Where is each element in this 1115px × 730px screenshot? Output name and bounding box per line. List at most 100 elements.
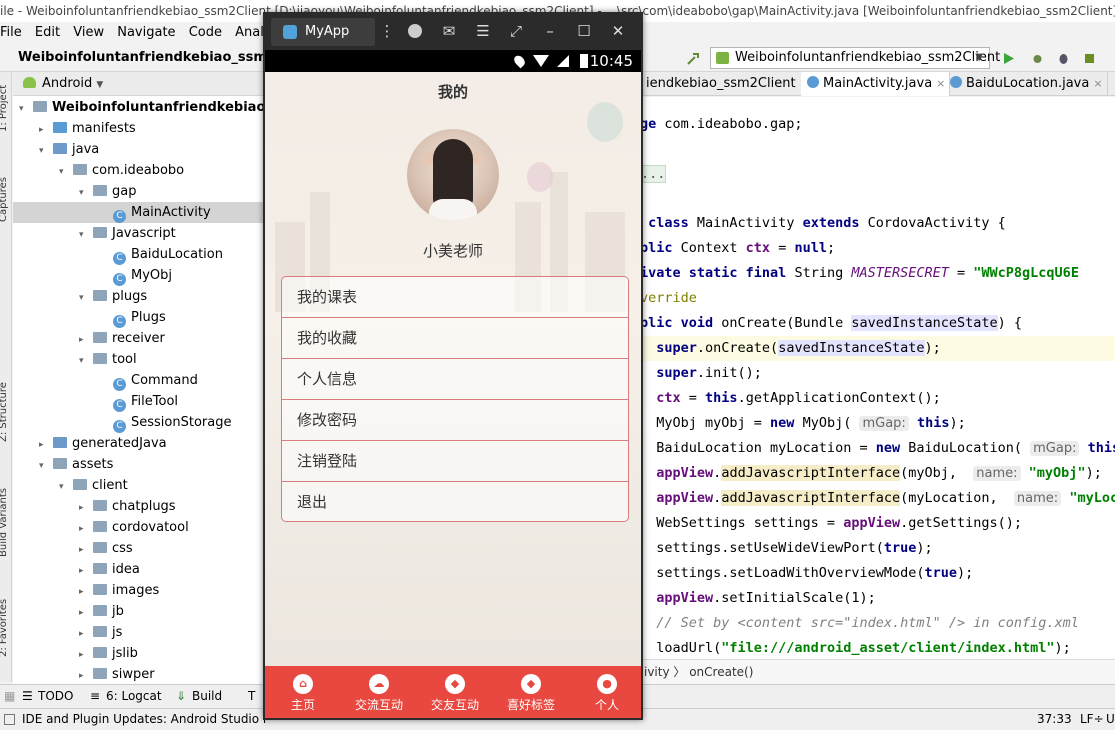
- minimize-icon[interactable]: –: [540, 21, 560, 41]
- tree-item[interactable]: ▸ generatedJava: [13, 433, 265, 454]
- status-toggle-icon[interactable]: [4, 714, 15, 725]
- chevron-down-icon[interactable]: ▾: [79, 351, 91, 372]
- menu-change-password[interactable]: 修改密码: [281, 399, 629, 440]
- tree-item[interactable]: ▾ plugs: [13, 286, 265, 307]
- avatar[interactable]: [407, 129, 499, 221]
- menu-view[interactable]: View: [73, 25, 104, 40]
- tree-item[interactable]: C Command: [13, 370, 265, 391]
- menu-exit[interactable]: 退出: [281, 481, 629, 522]
- chevron-down-icon[interactable]: ▾: [39, 456, 51, 477]
- tree-item[interactable]: ▸ js: [13, 622, 265, 643]
- chevron-right-icon[interactable]: ▸: [79, 561, 91, 582]
- tree-item[interactable]: ▸ manifests: [13, 118, 265, 139]
- hammer-icon[interactable]: [686, 51, 701, 66]
- tree-item[interactable]: ▸ chatplugs: [13, 496, 265, 517]
- editor-breadcrumb[interactable]: ivity 〉 onCreate(): [640, 659, 1115, 684]
- menu-my-favorites[interactable]: 我的收藏: [281, 317, 629, 358]
- tree-item[interactable]: ▾ client: [13, 475, 265, 496]
- tab-chat[interactable]: ☁ 交流互动: [344, 666, 414, 718]
- resize-icon[interactable]: ⤢: [506, 21, 526, 41]
- menu-navigate[interactable]: Navigate: [117, 25, 175, 40]
- debug-icon[interactable]: [1056, 51, 1071, 66]
- tree-item[interactable]: ▸ images: [13, 580, 265, 601]
- maximize-icon[interactable]: ☐: [574, 21, 594, 41]
- mail-icon[interactable]: ✉: [439, 21, 459, 41]
- chevron-down-icon[interactable]: ▾: [59, 477, 71, 498]
- tool-build[interactable]: Build: [192, 685, 222, 708]
- chevron-down-icon[interactable]: ▾: [79, 183, 91, 204]
- chevron-right-icon[interactable]: ▸: [79, 540, 91, 561]
- tab-project[interactable]: 1: Project: [0, 85, 9, 132]
- tab-captures[interactable]: Captures: [0, 177, 9, 222]
- tree-item[interactable]: C MainActivity: [13, 202, 265, 223]
- tree-item[interactable]: C BaiduLocation: [13, 244, 265, 265]
- tool-todo[interactable]: TODO: [38, 685, 73, 708]
- tree-item[interactable]: C SessionStorage: [13, 412, 265, 433]
- chevron-right-icon[interactable]: ▸: [39, 120, 51, 141]
- line-separator[interactable]: LF÷: [1080, 709, 1104, 730]
- code-editor[interactable]: ge com.ideabobo.gap; ... class MainActiv…: [640, 97, 1115, 659]
- emulator-tab[interactable]: MyApp: [271, 18, 375, 46]
- chevron-right-icon[interactable]: ▸: [79, 519, 91, 540]
- editor-tab-baidulocation[interactable]: BaiduLocation.java ×: [944, 72, 1108, 96]
- chevron-right-icon[interactable]: ▸: [79, 603, 91, 624]
- editor-tab-client[interactable]: iendkebiao_ssm2Client×: [640, 72, 814, 96]
- tab-structure[interactable]: Z: Structure: [0, 382, 9, 442]
- close-icon[interactable]: ✕: [608, 21, 628, 41]
- tab-home[interactable]: ⌂ 主页: [268, 666, 338, 718]
- tree-item[interactable]: ▸ receiver: [13, 328, 265, 349]
- tree-item[interactable]: ▸ css: [13, 538, 265, 559]
- menu-file[interactable]: File: [0, 25, 22, 40]
- tab-friends[interactable]: ◆ 交友互动: [420, 666, 490, 718]
- menu-logout[interactable]: 注销登陆: [281, 440, 629, 481]
- more-vert-icon[interactable]: ⋮: [377, 21, 397, 41]
- tree-item[interactable]: ▸ jb: [13, 601, 265, 622]
- tool-logcat[interactable]: 6: Logcat: [106, 685, 162, 708]
- chevron-down-icon[interactable]: ▾: [39, 141, 51, 162]
- project-view-selector[interactable]: Android ▼: [13, 72, 265, 96]
- tree-item[interactable]: ▾ Weiboinfoluntanfriendkebiao_ssm: [13, 97, 265, 118]
- chevron-down-icon[interactable]: ▾: [79, 288, 91, 309]
- chevron-right-icon[interactable]: ▸: [79, 582, 91, 603]
- tree-item[interactable]: ▾ Javascript: [13, 223, 265, 244]
- chevron-down-icon[interactable]: ▾: [79, 225, 91, 246]
- chevron-right-icon[interactable]: ▸: [79, 498, 91, 519]
- tree-item[interactable]: C FileTool: [13, 391, 265, 412]
- tree-item[interactable]: ▾ com.ideabobo: [13, 160, 265, 181]
- tree-item[interactable]: ▸ siwper: [13, 664, 265, 684]
- menu-my-schedule[interactable]: 我的课表: [281, 276, 629, 317]
- chevron-right-icon[interactable]: ▸: [39, 435, 51, 456]
- tree-item[interactable]: ▸ jslib: [13, 643, 265, 664]
- editor-tab-mainactivity[interactable]: MainActivity.java ×: [801, 72, 951, 96]
- tree-item[interactable]: ▸ cordovatool: [13, 517, 265, 538]
- tree-item[interactable]: C Plugs: [13, 307, 265, 328]
- chevron-right-icon[interactable]: ▸: [79, 330, 91, 351]
- tree-item[interactable]: ▾ java: [13, 139, 265, 160]
- tree-item[interactable]: C MyObj: [13, 265, 265, 286]
- hamburger-icon[interactable]: ☰: [473, 21, 493, 41]
- close-icon[interactable]: ×: [1093, 77, 1102, 90]
- status-message[interactable]: IDE and Plugin Updates: Android Studio i: [22, 709, 266, 730]
- chevron-right-icon[interactable]: ▸: [79, 645, 91, 666]
- run-icon[interactable]: [1001, 51, 1016, 66]
- tree-item[interactable]: ▾ tool: [13, 349, 265, 370]
- tab-interest-tags[interactable]: ◆ 喜好标签: [496, 666, 566, 718]
- run-config-select[interactable]: Weiboinfoluntanfriendkebiao_ssm2Client ▼: [710, 47, 1000, 69]
- chevron-down-icon[interactable]: ▾: [59, 162, 71, 183]
- chevron-right-icon[interactable]: ▸: [79, 624, 91, 645]
- tool-terminal[interactable]: T: [248, 685, 255, 708]
- tree-item[interactable]: ▾ gap: [13, 181, 265, 202]
- menu-code[interactable]: Code: [189, 25, 222, 40]
- bug-icon[interactable]: [1030, 51, 1045, 66]
- tab-favorites[interactable]: 2: Favorites: [0, 599, 9, 657]
- profile-icon[interactable]: [1082, 51, 1097, 66]
- tab-build-variants[interactable]: Build Variants: [0, 488, 9, 557]
- chevron-down-icon[interactable]: ▾: [19, 99, 31, 120]
- chevron-right-icon[interactable]: ▸: [79, 666, 91, 684]
- account-icon[interactable]: [405, 21, 425, 41]
- tab-personal[interactable]: ● 个人: [572, 666, 641, 718]
- cursor-position[interactable]: 37:33: [1037, 709, 1072, 730]
- tree-item[interactable]: ▸ idea: [13, 559, 265, 580]
- encoding[interactable]: U: [1106, 709, 1115, 730]
- menu-edit[interactable]: Edit: [35, 25, 60, 40]
